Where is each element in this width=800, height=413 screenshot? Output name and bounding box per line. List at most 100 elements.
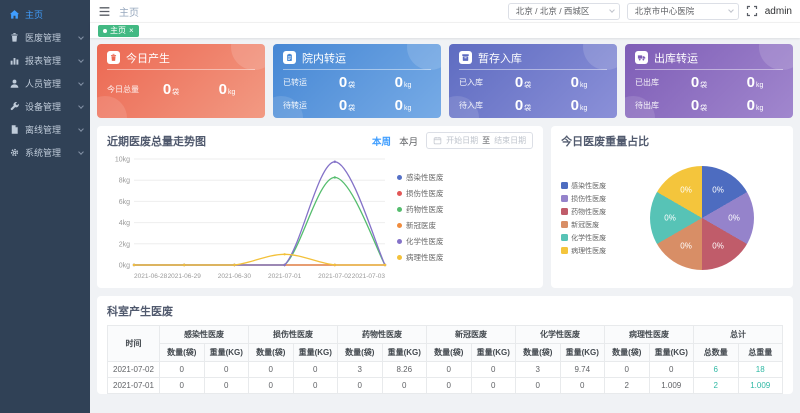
- stat-label: 待出库: [635, 100, 671, 111]
- stat-label: 已入库: [459, 77, 495, 88]
- sidebar-item-waste-management[interactable]: 医废管理: [0, 26, 90, 49]
- legend-swatch: [561, 221, 568, 228]
- svg-text:0kg: 0kg: [119, 263, 130, 270]
- stat-count: 0袋: [143, 81, 199, 98]
- card-stat-row: 待入库 0袋 0kg: [459, 94, 607, 117]
- stat-count: 0袋: [495, 74, 551, 91]
- pie-legend-item[interactable]: 化学性医废: [561, 233, 621, 243]
- pie-legend-item[interactable]: 感染性医废: [561, 181, 621, 191]
- range-month-button[interactable]: 本月: [399, 134, 418, 148]
- trend-title: 近期医废总量走势图: [107, 133, 206, 149]
- table-cell: 0: [649, 362, 694, 378]
- dept-table: 时间感染性医废损伤性医废药物性医废新冠医废化学性医废病理性医废总计数量(袋)重量…: [107, 325, 783, 394]
- charts-row: 近期医废总量走势图 本周 本月 开始日期 至 结束日期: [97, 126, 793, 288]
- chevron-down-icon: [78, 80, 84, 86]
- card-stat-row: 已转运 0袋 0kg: [283, 71, 431, 94]
- clipboard-icon: [283, 51, 296, 64]
- legend-dot: [397, 239, 402, 244]
- date-range-picker[interactable]: 开始日期 至 结束日期: [426, 132, 533, 149]
- region-select[interactable]: 北京 / 北京 / 西城区: [508, 3, 620, 20]
- card-title: 院内转运: [302, 50, 346, 66]
- col-sub: 重量(KG): [560, 344, 605, 362]
- trash-icon: [107, 51, 120, 64]
- pie-legend-item[interactable]: 损伤性医废: [561, 194, 621, 204]
- table-row: 2021-07-02000038.260039.7400618: [108, 362, 783, 378]
- trend-legend-item[interactable]: 化学性医废: [397, 236, 455, 247]
- pie-legend-item[interactable]: 新冠医废: [561, 220, 621, 230]
- pie-legend-item[interactable]: 药物性医废: [561, 207, 621, 217]
- legend-swatch: [561, 234, 568, 241]
- sidebar-item-device-management[interactable]: 设备管理: [0, 95, 90, 118]
- pie-legend: 感染性医废损伤性医废药物性医废新冠医废化学性医废病理性医废: [561, 181, 621, 256]
- pie-legend-item[interactable]: 病理性医废: [561, 246, 621, 256]
- archive-icon: [459, 51, 472, 64]
- sidebar-item-home[interactable]: 主页: [0, 3, 90, 26]
- chevron-down-icon: [78, 149, 84, 155]
- stat-cards-row: 今日产生 今日总量 0袋 0kg 院内转运 已转运 0袋 0kg 待转运 0袋 …: [97, 44, 793, 118]
- main-area: 主页 北京 / 北京 / 西城区 北京市中心医院 admin 主页: [90, 0, 800, 413]
- row-date: 2021-07-01: [108, 378, 160, 394]
- stat-card-2: 院内转运 已转运 0袋 0kg 待转运 0袋 0kg: [273, 44, 441, 118]
- col-sub: 数量(袋): [516, 344, 561, 362]
- card-header: 今日产生: [107, 49, 255, 66]
- trend-legend-item[interactable]: 感染性医废: [397, 172, 455, 183]
- stat-label: 已转运: [283, 77, 319, 88]
- svg-text:2kg: 2kg: [119, 241, 130, 248]
- legend-label: 新冠医废: [406, 220, 436, 231]
- svg-text:6kg: 6kg: [119, 199, 130, 206]
- col-group: 化学性医废: [516, 326, 605, 344]
- table-cell: 0: [204, 378, 249, 394]
- svg-text:4kg: 4kg: [119, 220, 130, 227]
- navbar-right: 北京 / 北京 / 西城区 北京市中心医院 admin: [508, 3, 792, 20]
- table-cell: 0: [204, 362, 249, 378]
- row-total-count: 6: [694, 362, 739, 378]
- legend-dot: [397, 207, 402, 212]
- sidebar-item-system-management[interactable]: 系统管理: [0, 141, 90, 164]
- row-total-weight: 1.009: [738, 378, 783, 394]
- fullscreen-icon[interactable]: [746, 5, 758, 17]
- trend-legend-item[interactable]: 病理性医废: [397, 252, 455, 263]
- card-title: 出库转运: [654, 50, 698, 66]
- truck-icon: [635, 51, 648, 64]
- legend-label: 感染性医废: [406, 172, 444, 183]
- tag-close-icon[interactable]: ×: [129, 27, 134, 35]
- date-end-placeholder[interactable]: 结束日期: [494, 135, 526, 146]
- tag-home[interactable]: 主页 ×: [98, 25, 139, 37]
- pie-chart[interactable]: 0%0%0%0%0%0%: [650, 166, 754, 270]
- sidebar-item-label: 主页: [25, 8, 83, 21]
- svg-text:2021-06-28: 2021-06-28: [134, 273, 168, 280]
- pie-body: 感染性医废损伤性医废药物性医废新冠医废化学性医废病理性医废 0%0%0%0%0%…: [561, 154, 783, 282]
- table-cell: 3: [338, 362, 383, 378]
- user-menu[interactable]: admin: [765, 6, 792, 17]
- tags-bar: 主页 ×: [90, 22, 800, 38]
- legend-label: 新冠医废: [571, 220, 599, 230]
- chevron-down-icon: [78, 126, 84, 132]
- sidebar-item-personnel-management[interactable]: 人员管理: [0, 72, 90, 95]
- legend-label: 化学性医废: [571, 233, 606, 243]
- legend-swatch: [561, 208, 568, 215]
- dept-table-title: 科室产生医废: [107, 306, 173, 318]
- table-cell: 0: [560, 378, 605, 394]
- table-cell: 0: [382, 378, 427, 394]
- svg-text:2021-07-01: 2021-07-01: [268, 273, 302, 280]
- card-stat-row: 待转运 0袋 0kg: [283, 94, 431, 117]
- trend-chart-panel: 近期医废总量走势图 本周 本月 开始日期 至 结束日期: [97, 126, 543, 288]
- chevron-down-icon: [78, 103, 84, 109]
- date-start-placeholder[interactable]: 开始日期: [446, 135, 478, 146]
- card-header: 暂存入库: [459, 49, 607, 66]
- trend-legend-item[interactable]: 损伤性医废: [397, 188, 455, 199]
- sidebar-item-report-management[interactable]: 报表管理: [0, 49, 90, 72]
- table-cell: 0: [160, 378, 205, 394]
- svg-text:2021-07-02: 2021-07-02: [318, 273, 352, 280]
- legend-dot: [397, 191, 402, 196]
- col-sub: 数量(袋): [249, 344, 294, 362]
- pie-slice-label: 0%: [712, 186, 724, 195]
- sidebar-collapse-icon[interactable]: [98, 5, 111, 18]
- trend-legend-item[interactable]: 药物性医废: [397, 204, 455, 215]
- sidebar-item-offline-management[interactable]: 离线管理: [0, 118, 90, 141]
- trend-legend-item[interactable]: 新冠医废: [397, 220, 455, 231]
- range-week-button[interactable]: 本周: [372, 134, 391, 148]
- hospital-select[interactable]: 北京市中心医院: [627, 3, 739, 20]
- person-icon: [9, 78, 20, 89]
- legend-label: 损伤性医废: [406, 188, 444, 199]
